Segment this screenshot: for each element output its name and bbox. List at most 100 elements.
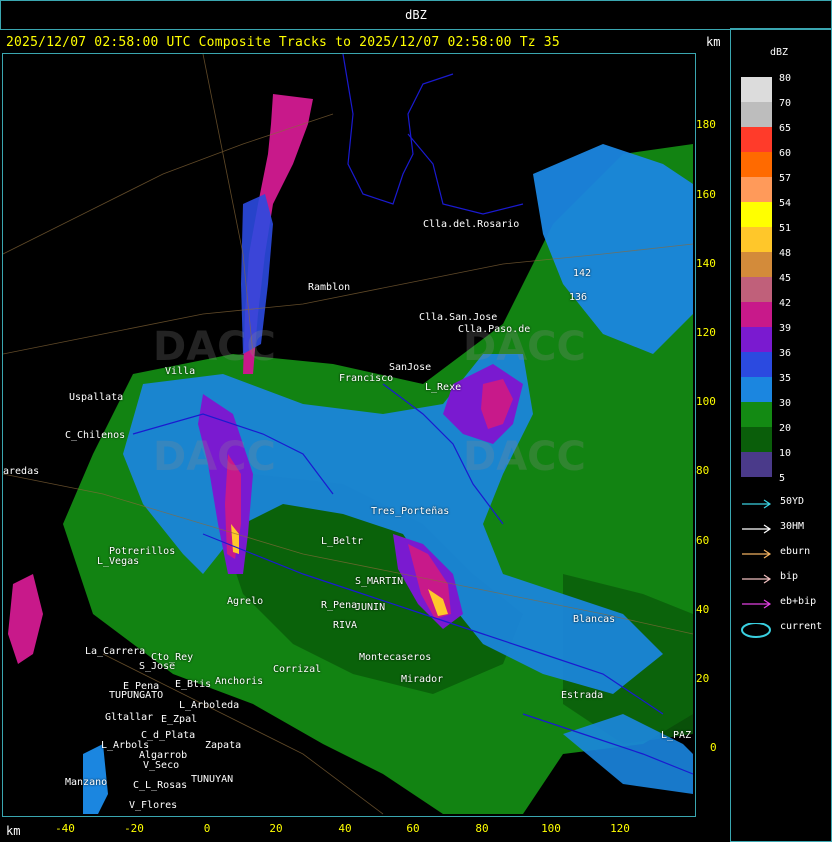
color-swatch: [741, 302, 772, 327]
title-bar: dBZ: [0, 0, 832, 30]
place-label: JUNIN: [355, 602, 386, 613]
color-swatch: [741, 227, 772, 252]
place-label: S_MARTIN: [355, 576, 404, 587]
color-swatch: [741, 77, 772, 102]
x-tick-label: 60: [406, 822, 420, 835]
place-label: E_Btis: [175, 679, 212, 690]
color-scale-label: 51: [779, 223, 792, 234]
y-tick-label: 160: [696, 188, 716, 201]
y-tick-label: 100: [696, 395, 716, 408]
color-scale-label: 57: [779, 173, 792, 184]
place-label: Manzano: [65, 777, 108, 788]
track-legend-item: eb+bip: [741, 596, 829, 610]
color-scale-label: 10: [779, 448, 792, 459]
x-tick-label: -20: [124, 822, 144, 835]
x-axis-unit: km: [6, 824, 21, 838]
place-label: aredas: [3, 466, 40, 477]
place-label: TUPUNGATO: [109, 690, 164, 701]
place-label: TUNUYAN: [191, 774, 234, 785]
radar-map[interactable]: DACC DACC DACC DACC Clla.del.Rosario Ram…: [2, 53, 696, 817]
color-scale-label: 65: [779, 123, 792, 134]
color-scale-label: 5: [779, 473, 786, 484]
color-scale-label: 80: [779, 73, 792, 84]
place-label: 136: [569, 292, 588, 303]
color-scale-label: 70: [779, 98, 792, 109]
track-legend-item: 30HM: [741, 521, 829, 535]
y-tick-label: 40: [696, 603, 710, 616]
place-label: C_Chilenos: [65, 430, 126, 441]
color-swatch: [741, 277, 772, 302]
track-arrow-icon: [742, 574, 772, 584]
dacc-watermark: DACC: [153, 434, 276, 480]
track-legend-label: current: [780, 621, 823, 632]
place-label: R_Pena: [321, 600, 358, 611]
y-tick-label: 20: [696, 672, 710, 685]
place-label: Clla.San.Jose: [419, 312, 498, 323]
y-tick-label: 140: [696, 257, 716, 270]
track-arrow-icon: [742, 524, 772, 534]
track-legend-label: 30HM: [780, 521, 805, 532]
track-legend-item: eburn: [741, 546, 829, 560]
place-label: Ramblon: [308, 282, 351, 293]
color-swatch: [741, 252, 772, 277]
place-label: Montecaseros: [359, 652, 432, 663]
y-tick-label: 180: [696, 118, 716, 131]
color-scale-label: 20: [779, 423, 792, 434]
color-swatch: [741, 202, 772, 227]
color-scale-label: 39: [779, 323, 792, 334]
y-tick-label: 60: [696, 534, 710, 547]
x-tick-label: 80: [475, 822, 489, 835]
x-tick-label: 100: [541, 822, 561, 835]
place-label: Clla.del.Rosario: [423, 219, 520, 230]
place-label: Anchoris: [215, 676, 264, 687]
track-arrow-icon: [742, 499, 772, 509]
dacc-watermark: DACC: [153, 324, 276, 370]
place-label: Tres_Porteñas: [371, 506, 450, 517]
dacc-watermark: DACC: [463, 434, 586, 480]
composite-tracks-timestamp: 2025/12/07 02:58:00 UTC Composite Tracks…: [6, 35, 560, 50]
track-legend-label: eburn: [780, 546, 811, 557]
place-label: Clla.Paso.de: [458, 324, 531, 335]
place-label: 142: [573, 268, 592, 279]
x-tick-label: 0: [203, 822, 211, 835]
place-label: RIVA: [333, 620, 358, 631]
x-tick-label: -40: [55, 822, 75, 835]
track-arrow-icon: [742, 599, 772, 609]
place-label: Francisco: [339, 373, 394, 384]
window-title: dBZ: [405, 8, 427, 22]
color-swatch: [741, 402, 772, 427]
track-legend-label: bip: [780, 571, 799, 582]
place-label: Agrelo: [227, 596, 264, 607]
color-scale-label: 48: [779, 248, 792, 259]
color-swatch: [741, 127, 772, 152]
track-arrow-icon: [742, 549, 772, 559]
track-legend-item: 50YD: [741, 496, 829, 510]
x-tick-label: 120: [610, 822, 630, 835]
color-swatch: [741, 327, 772, 352]
place-label: La_Carrera: [85, 646, 146, 657]
color-scale-label: 60: [779, 148, 792, 159]
place-label: E_Zpal: [161, 714, 198, 725]
y-tick-label: 120: [696, 326, 716, 339]
clutter-southwest: [8, 574, 43, 664]
place-label: SanJose: [389, 362, 432, 373]
x-tick-label: 20: [269, 822, 283, 835]
y-axis-unit: km: [706, 35, 721, 49]
color-scale-label: 42: [779, 298, 792, 309]
color-swatch: [741, 152, 772, 177]
color-swatch: [741, 177, 772, 202]
place-label: Corrizal: [273, 664, 322, 675]
place-label: L_Vegas: [97, 556, 140, 567]
color-scale-label: 30: [779, 398, 792, 409]
place-label: C_L_Rosas: [133, 780, 188, 791]
color-swatch: [741, 427, 772, 452]
color-scale-label: 54: [779, 198, 792, 209]
color-scale-label: 35: [779, 373, 792, 384]
place-label: Estrada: [561, 690, 604, 701]
place-label: Gltallar: [105, 712, 154, 723]
place-label: Blancas: [573, 614, 616, 625]
place-label: Uspallata: [69, 392, 124, 403]
place-label: L_Rexe: [425, 382, 462, 393]
place-label: V_Seco: [143, 760, 180, 771]
track-legend-label: 50YD: [780, 496, 805, 507]
